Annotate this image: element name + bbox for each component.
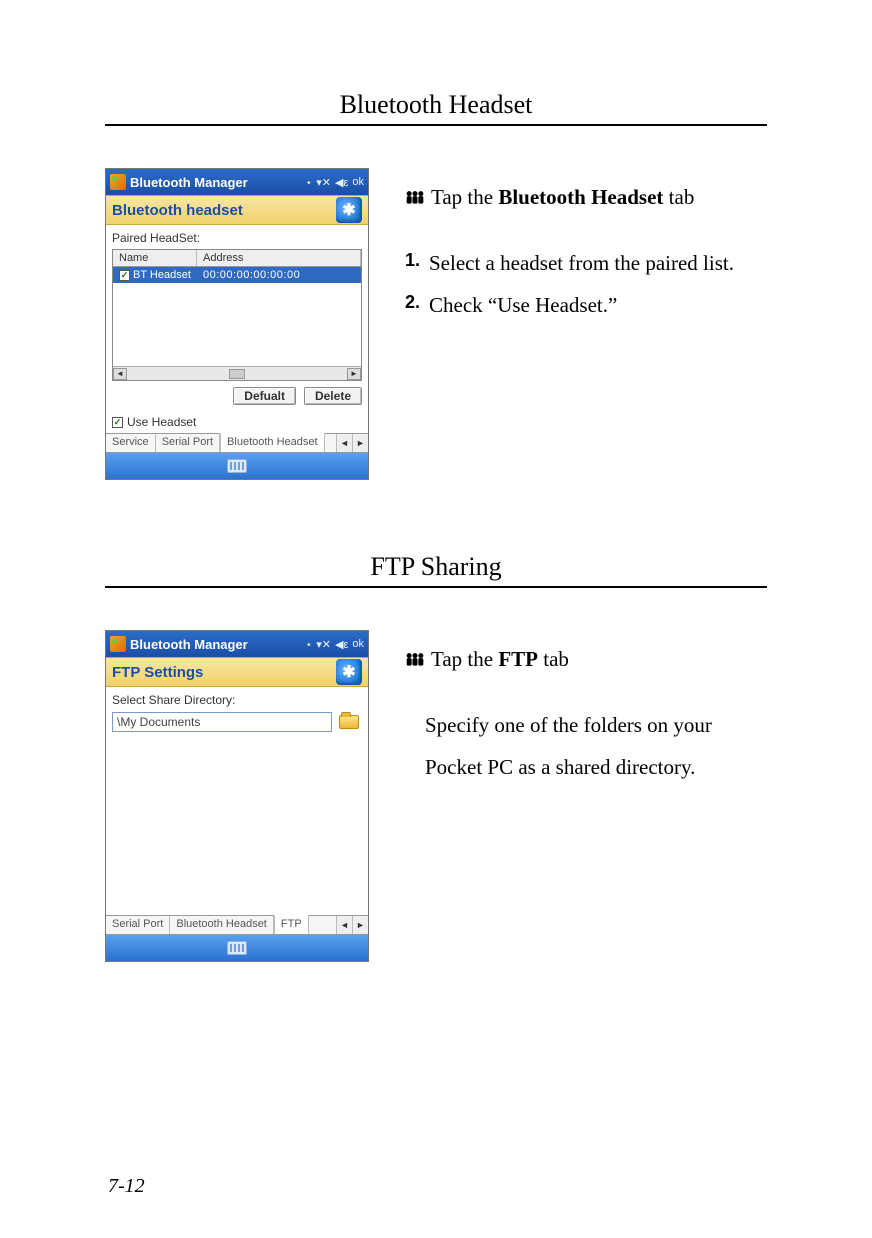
- ftp-description: Specify one of the folders on your Pocke…: [405, 704, 767, 788]
- scroll-left-icon[interactable]: ◄: [113, 368, 127, 380]
- keyboard-icon[interactable]: [227, 459, 247, 473]
- scroll-right-icon[interactable]: ►: [347, 368, 361, 380]
- subheader-title: Bluetooth headset: [112, 202, 243, 219]
- page-number: 7-12: [108, 1175, 145, 1198]
- default-button[interactable]: Defualt: [233, 387, 296, 405]
- ok-button[interactable]: ok: [352, 176, 364, 188]
- keyboard-icon[interactable]: [227, 941, 247, 955]
- speaker-icon: ◀ε: [335, 638, 348, 651]
- paired-headset-label: Paired HeadSet:: [112, 231, 362, 245]
- use-headset-checkbox[interactable]: ✓: [112, 417, 123, 428]
- tab-bar: Service Serial Port Bluetooth Headset ◄ …: [106, 433, 368, 453]
- grid-header: Name Address: [113, 250, 361, 267]
- lead-suffix: tab: [538, 647, 569, 671]
- col-name[interactable]: Name: [113, 250, 197, 266]
- start-icon[interactable]: [110, 174, 126, 190]
- tab-scroll-left-icon[interactable]: ◄: [336, 434, 352, 452]
- step-2: 2.Check “Use Headset.”: [405, 284, 767, 326]
- row-address: 00:00:00:00:00:00: [197, 267, 361, 283]
- subheader-title: FTP Settings: [112, 664, 203, 681]
- right-column-2: Tap the FTP tab Specify one of the folde…: [405, 630, 767, 788]
- browse-folder-button[interactable]: [336, 711, 362, 733]
- speaker-icon: ◀ε: [335, 176, 348, 189]
- bottom-bar: [106, 453, 368, 479]
- tab-ftp[interactable]: FTP: [274, 915, 309, 934]
- device-bluetooth-headset: Bluetooth Manager ⋆ ▾✕ ◀ε ok Bluetooth h…: [105, 168, 369, 480]
- signal-icon: ▾✕: [316, 638, 331, 651]
- right-column-1: Tap the Bluetooth Headset tab 1.Select a…: [405, 168, 767, 326]
- ok-button[interactable]: ok: [352, 638, 364, 650]
- signal-icon: ▾✕: [316, 176, 331, 189]
- col-address[interactable]: Address: [197, 250, 361, 266]
- start-icon[interactable]: [110, 636, 126, 652]
- lead-line-2: Tap the FTP tab: [405, 638, 767, 680]
- device-ftp-settings: Bluetooth Manager ⋆ ▾✕ ◀ε ok FTP Setting…: [105, 630, 369, 962]
- step-1-text: Select a headset from the paired list.: [429, 242, 734, 284]
- titlebar-title: Bluetooth Manager: [130, 637, 301, 652]
- tab-scroll-right-icon[interactable]: ►: [352, 434, 368, 452]
- lead-bold: FTP: [498, 647, 538, 671]
- bottom-bar: [106, 935, 368, 961]
- titlebar: Bluetooth Manager ⋆ ▾✕ ◀ε ok: [106, 631, 368, 657]
- paired-headset-grid[interactable]: Name Address ✓ BT Headset 00:00:00:00:00…: [112, 249, 362, 381]
- connectivity-icon: ⋆: [305, 638, 312, 651]
- row-checkbox[interactable]: ✓: [119, 270, 130, 281]
- status-icons: ⋆ ▾✕ ◀ε ok: [305, 638, 364, 651]
- lead-line-1: Tap the Bluetooth Headset tab: [405, 176, 767, 218]
- tab-scroll-right-icon[interactable]: ►: [352, 916, 368, 934]
- tap-icon: [405, 189, 425, 205]
- tab-serial-port[interactable]: Serial Port: [156, 434, 220, 452]
- scroll-thumb[interactable]: [229, 369, 245, 379]
- connectivity-icon: ⋆: [305, 176, 312, 189]
- lead-prefix: Tap the: [431, 647, 498, 671]
- tap-icon: [405, 651, 425, 667]
- titlebar-title: Bluetooth Manager: [130, 175, 301, 190]
- tab-service[interactable]: Service: [106, 434, 156, 452]
- tab-bluetooth-headset[interactable]: Bluetooth Headset: [170, 916, 274, 934]
- step-1: 1.Select a headset from the paired list.: [405, 242, 767, 284]
- titlebar: Bluetooth Manager ⋆ ▾✕ ◀ε ok: [106, 169, 368, 195]
- subheader: Bluetooth headset ✱: [106, 195, 368, 225]
- tab-scroll-left-icon[interactable]: ◄: [336, 916, 352, 934]
- lead-prefix: Tap the: [431, 185, 498, 209]
- lead-bold: Bluetooth Headset: [498, 185, 663, 209]
- delete-button[interactable]: Delete: [304, 387, 362, 405]
- step-2-text: Check “Use Headset.”: [429, 284, 617, 326]
- folder-icon: [339, 715, 359, 729]
- status-icons: ⋆ ▾✕ ◀ε ok: [305, 176, 364, 189]
- section-title-ftp: FTP Sharing: [105, 552, 767, 588]
- bluetooth-icon: ✱: [336, 197, 362, 223]
- horizontal-scrollbar[interactable]: ◄ ►: [113, 366, 361, 380]
- row-name: BT Headset: [133, 269, 191, 281]
- bluetooth-icon: ✱: [336, 659, 362, 685]
- select-directory-label: Select Share Directory:: [112, 693, 362, 707]
- tab-bluetooth-headset[interactable]: Bluetooth Headset: [220, 433, 325, 452]
- share-directory-input[interactable]: [112, 712, 332, 732]
- use-headset-label: Use Headset: [127, 415, 196, 429]
- section-title-bluetooth: Bluetooth Headset: [105, 90, 767, 126]
- lead-suffix: tab: [663, 185, 694, 209]
- tab-bar: Serial Port Bluetooth Headset FTP ◄ ►: [106, 915, 368, 935]
- subheader: FTP Settings ✱: [106, 657, 368, 687]
- grid-row[interactable]: ✓ BT Headset 00:00:00:00:00:00: [113, 267, 361, 283]
- tab-serial-port[interactable]: Serial Port: [106, 916, 170, 934]
